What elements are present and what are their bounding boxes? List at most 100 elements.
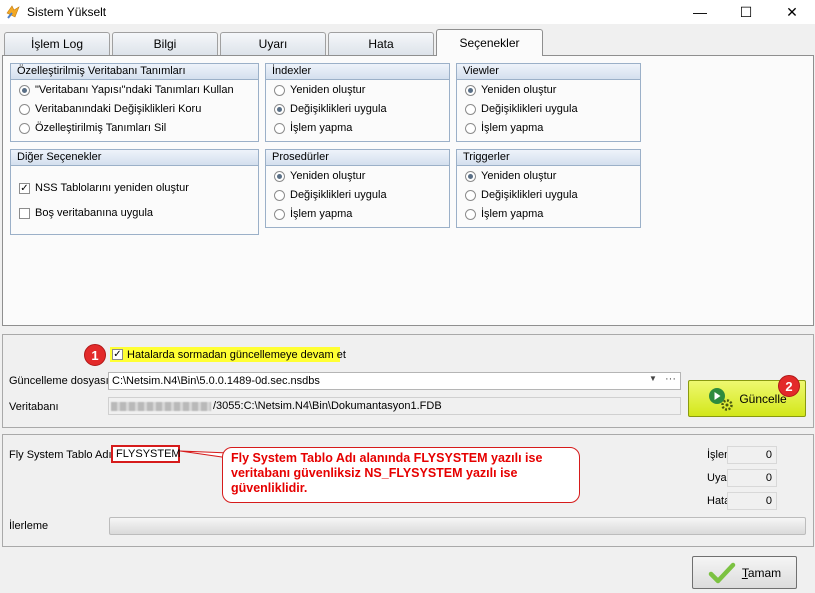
- group-header: Özelleştirilmiş Veritabanı Tanımları: [11, 64, 258, 80]
- option-label: Boş veritabanına uygula: [35, 207, 154, 219]
- tab-secenekler[interactable]: Seçenekler: [436, 29, 543, 56]
- custom-db-option-keep[interactable]: Veritabanındaki Değişiklikleri Koru: [19, 103, 201, 115]
- progress-label: İlerleme: [9, 520, 49, 532]
- continue-on-error-label: Hatalarda sormadan güncellemeye devam et: [127, 348, 346, 361]
- triggers-option-rebuild[interactable]: Yeniden oluştur: [465, 170, 556, 182]
- radio-selected-icon: [274, 103, 285, 115]
- option-label: İşlem yapma: [481, 122, 544, 134]
- update-file-input[interactable]: C:\Netsim.N4\Bin\5.0.0.1489-0d.sec.nsdbs…: [108, 372, 681, 390]
- annotation-badge-2: 2: [778, 375, 800, 397]
- annotation-callout: Fly System Tablo Adı alanında FLYSYSTEM …: [222, 447, 580, 503]
- tab-uyari[interactable]: Uyarı: [220, 32, 326, 55]
- indexes-option-none[interactable]: İşlem yapma: [274, 122, 352, 134]
- triggers-option-apply[interactable]: Değişiklikleri uygula: [465, 189, 578, 201]
- database-field: /3055:C:\Netsim.N4\Bin\Dokumantasyon1.FD…: [108, 397, 681, 415]
- radio-icon: [465, 122, 476, 134]
- radio-icon: [19, 103, 30, 115]
- triggers-group: Triggerler Yeniden oluştur Değişiklikler…: [456, 149, 641, 228]
- tab-label: Seçenekler: [459, 36, 520, 50]
- uyari-count: 0: [727, 469, 777, 487]
- close-button[interactable]: ✕: [769, 0, 815, 24]
- database-label: Veritabanı: [9, 401, 59, 413]
- option-label: Değişiklikleri uygula: [481, 103, 578, 115]
- option-label: İşlem yapma: [481, 208, 544, 220]
- radio-selected-icon: [465, 170, 476, 182]
- indexes-option-rebuild[interactable]: Yeniden oluştur: [274, 84, 365, 96]
- option-label: Değişiklikleri uygula: [290, 189, 387, 201]
- tab-hata[interactable]: Hata: [328, 32, 434, 55]
- maximize-icon: ☐: [739, 3, 753, 20]
- checkmark-icon: [708, 562, 736, 583]
- procedures-group: Prosedürler Yeniden oluştur Değişiklikle…: [265, 149, 450, 228]
- procedures-option-apply[interactable]: Değişiklikleri uygula: [274, 189, 387, 201]
- update-file-label: Güncelleme dosyası: [9, 375, 109, 387]
- procedures-option-rebuild[interactable]: Yeniden oluştur: [274, 170, 365, 182]
- option-label: Yeniden oluştur: [290, 170, 366, 182]
- ok-label-rest: amam: [747, 565, 782, 580]
- blurred-host-text: [111, 402, 211, 411]
- radio-icon: [465, 208, 476, 220]
- radio-icon: [465, 189, 476, 201]
- close-icon: ✕: [786, 3, 798, 20]
- option-label: "Veritabanı Yapısı"ndaki Tanımları Kulla…: [35, 84, 234, 96]
- update-button-label: Güncelle: [739, 391, 787, 406]
- option-label: NSS Tablolarını yeniden oluştur: [35, 182, 189, 194]
- callout-text: Fly System Tablo Adı alanında FLYSYSTEM …: [231, 451, 543, 495]
- fly-system-table-text: FLYSYSTEM: [116, 448, 181, 460]
- maximize-button[interactable]: ☐: [723, 0, 769, 24]
- window-title: Sistem Yükselt: [27, 5, 107, 19]
- tab-bilgi[interactable]: Bilgi: [112, 32, 218, 55]
- option-label: Yeniden oluştur: [290, 84, 366, 96]
- fly-system-table-label: Fly System Tablo Adı: [9, 449, 112, 461]
- checkmark-icon: ✓: [112, 349, 123, 360]
- tab-label: Hata: [368, 37, 394, 51]
- group-header: Triggerler: [457, 150, 640, 166]
- tab-label: Bilgi: [153, 37, 177, 51]
- option-label: Yeniden oluştur: [481, 84, 557, 96]
- custom-db-option-use[interactable]: "Veritabanı Yapısı"ndaki Tanımları Kulla…: [19, 84, 234, 96]
- views-group: Viewler Yeniden oluştur Değişiklikleri u…: [456, 63, 641, 142]
- title-bar: Sistem Yükselt — ☐ ✕: [0, 0, 815, 24]
- radio-icon: [274, 208, 285, 220]
- views-option-none[interactable]: İşlem yapma: [465, 122, 543, 134]
- tab-label: Uyarı: [258, 37, 288, 51]
- annotation-badge-1: 1: [84, 344, 106, 366]
- option-label: İşlem yapma: [290, 122, 353, 134]
- minimize-icon: —: [693, 4, 707, 20]
- radio-icon: [19, 122, 30, 134]
- checkbox-icon: [19, 207, 30, 219]
- views-option-apply[interactable]: Değişiklikleri uygula: [465, 103, 578, 115]
- views-option-rebuild[interactable]: Yeniden oluştur: [465, 84, 556, 96]
- ok-button[interactable]: Tamam: [692, 556, 797, 589]
- apply-empty-db-checkbox[interactable]: Boş veritabanına uygula: [19, 207, 153, 219]
- option-label: Veritabanındaki Değişiklikleri Koru: [35, 103, 202, 115]
- radio-selected-icon: [274, 170, 285, 182]
- indexes-group: İndexler Yeniden oluştur Değişiklikleri …: [265, 63, 450, 142]
- hata-count: 0: [727, 492, 777, 510]
- group-header: Prosedürler: [266, 150, 449, 166]
- radio-icon: [274, 189, 285, 201]
- ok-button-label: Tamam: [742, 566, 781, 580]
- browse-ellipsis-icon[interactable]: ···: [665, 373, 676, 385]
- continue-on-error-checkbox[interactable]: ✓ Hatalarda sormadan güncellemeye devam …: [110, 347, 346, 362]
- radio-icon: [274, 84, 285, 96]
- database-value: /3055:C:\Netsim.N4\Bin\Dokumantasyon1.FD…: [213, 400, 442, 412]
- progress-bar: [109, 517, 806, 535]
- minimize-button[interactable]: —: [677, 0, 723, 24]
- rebuild-nss-tables-checkbox[interactable]: ✓ NSS Tablolarını yeniden oluştur: [19, 182, 189, 194]
- procedures-option-none[interactable]: İşlem yapma: [274, 208, 352, 220]
- tab-islem-log[interactable]: İşlem Log: [4, 32, 110, 55]
- option-label: İşlem yapma: [290, 208, 353, 220]
- dropdown-arrow-icon[interactable]: ▼: [649, 374, 657, 383]
- indexes-option-apply[interactable]: Değişiklikleri uygula: [274, 103, 387, 115]
- custom-db-option-delete[interactable]: Özelleştirilmiş Tanımları Sil: [19, 122, 166, 134]
- option-label: Değişiklikleri uygula: [481, 189, 578, 201]
- group-header: İndexler: [266, 64, 449, 80]
- triggers-option-none[interactable]: İşlem yapma: [465, 208, 543, 220]
- tab-label: İşlem Log: [30, 37, 84, 51]
- other-options-group: Diğer Seçenekler ✓ NSS Tablolarını yenide…: [10, 149, 259, 235]
- group-header: Viewler: [457, 64, 640, 80]
- radio-icon: [274, 122, 285, 134]
- group-header: Diğer Seçenekler: [11, 150, 258, 166]
- option-label: Yeniden oluştur: [481, 170, 557, 182]
